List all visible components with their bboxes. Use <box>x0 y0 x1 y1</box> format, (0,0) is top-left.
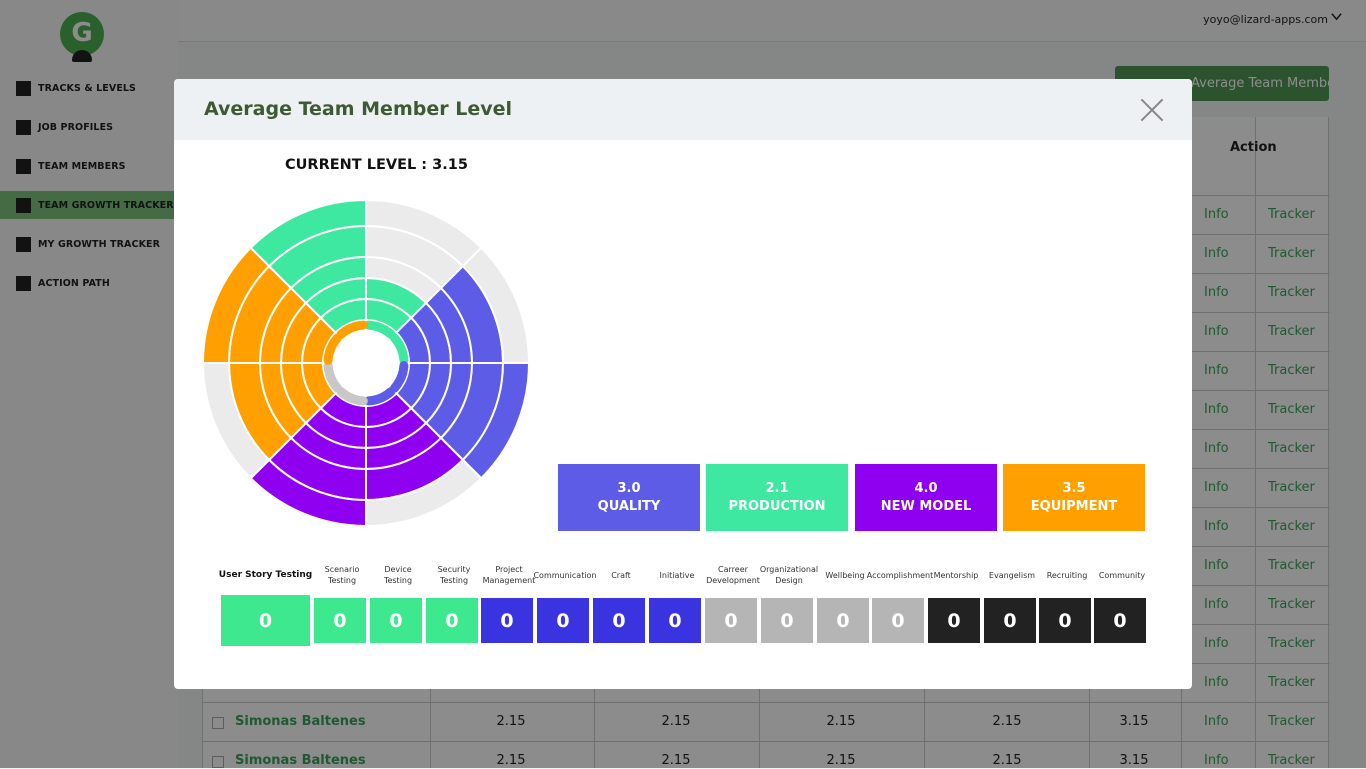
skill-level-box[interactable]: 0 <box>761 598 813 643</box>
inner-dash <box>336 387 368 406</box>
skill-level-box[interactable]: 0 <box>872 598 924 643</box>
skill-label: Community <box>1098 570 1146 580</box>
card-label: PRODUCTION <box>728 498 826 514</box>
skill-level-box[interactable]: 0 <box>221 595 310 646</box>
card-value: 4.0 <box>914 480 938 496</box>
skill-label: User Story Testing <box>218 570 313 580</box>
inner-dash <box>390 361 409 393</box>
skill-level-box[interactable]: 0 <box>984 598 1036 643</box>
skill-level-box[interactable]: 0 <box>593 598 645 643</box>
skill-level-box[interactable]: 0 <box>705 598 757 643</box>
inner-dash <box>323 333 342 365</box>
inner-dash <box>364 387 396 406</box>
skill-label: Wellbeing <box>825 570 865 580</box>
skill-level-box[interactable]: 0 <box>649 598 701 643</box>
close-icon[interactable] <box>1137 95 1167 125</box>
skill-level-box[interactable]: 0 <box>1039 598 1091 643</box>
skill-label: Evangelism <box>988 570 1036 580</box>
inner-dash <box>390 333 409 365</box>
category-card-quality[interactable]: 3.0 QUALITY <box>558 464 700 531</box>
skill-level-box[interactable]: 0 <box>426 598 478 643</box>
card-label: NEW MODEL <box>880 498 972 514</box>
card-value: 3.0 <box>617 480 641 496</box>
skill-level-box[interactable]: 0 <box>537 598 589 643</box>
skill-level-box[interactable]: 0 <box>928 598 980 643</box>
card-label: QUALITY <box>597 498 661 514</box>
modal-title: Average Team Member Level <box>204 98 512 120</box>
skill-label: Craft <box>611 570 631 580</box>
skill-label: Device Testing <box>383 565 413 585</box>
skill-level-box[interactable]: 0 <box>314 598 366 643</box>
skill-label: Organizational Design <box>759 565 819 585</box>
inner-dash <box>323 361 342 393</box>
skill-label: Accomplishment <box>866 570 934 580</box>
skill-label: Recruiting <box>1046 570 1088 580</box>
category-card-production[interactable]: 2.1 PRODUCTION <box>706 464 848 531</box>
category-card-equipment[interactable]: 3.5 EQUIPMENT <box>1003 464 1145 531</box>
current-level-label: CURRENT LEVEL : 3.15 <box>285 157 468 173</box>
skill-label: Communication <box>533 570 597 580</box>
skill-level-box[interactable]: 0 <box>817 598 869 643</box>
skill-level-box[interactable]: 0 <box>481 598 533 643</box>
card-value: 3.5 <box>1062 480 1086 496</box>
skill-label: Scenario Testing <box>324 565 360 585</box>
average-level-modal: Average Team Member Level CURRENT LEVEL … <box>174 79 1192 689</box>
inner-dash <box>336 320 368 339</box>
card-value: 2.1 <box>765 480 789 496</box>
modal-header: Average Team Member Level <box>174 79 1192 140</box>
skill-label: Project Management <box>482 565 536 585</box>
category-card-new-model[interactable]: 4.0 NEW MODEL <box>855 464 997 531</box>
skill-label: Initiative <box>659 570 695 580</box>
skill-label: Carreer Development <box>706 565 760 585</box>
card-label: EQUIPMENT <box>1030 498 1118 514</box>
skill-level-box[interactable]: 0 <box>1094 598 1146 643</box>
skill-label: Mentorship <box>933 570 979 580</box>
level-wheel-chart <box>203 200 529 526</box>
inner-dash <box>364 320 396 339</box>
skill-label: Security Testing <box>437 565 471 585</box>
skill-level-box[interactable]: 0 <box>370 598 422 643</box>
